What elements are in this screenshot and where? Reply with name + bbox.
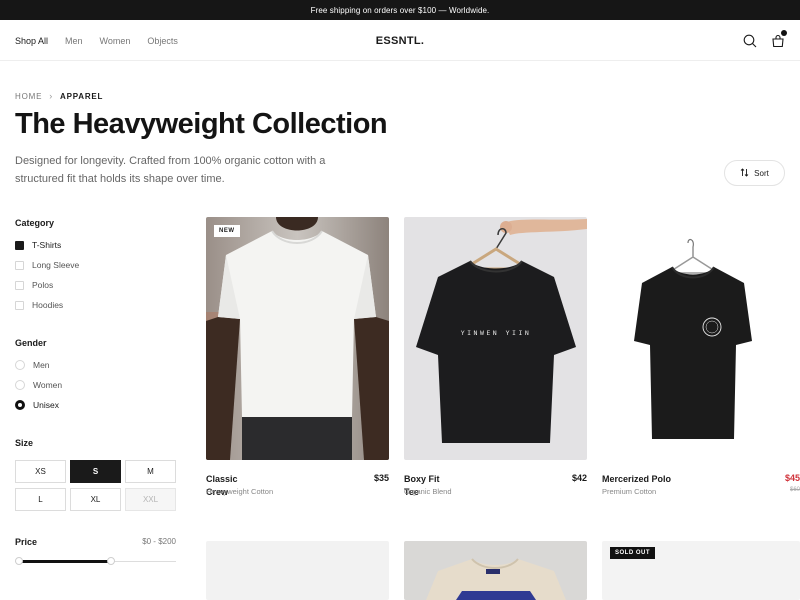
page-title: The Heavyweight Collection bbox=[15, 108, 388, 140]
product-material: Premium Cotton bbox=[602, 487, 657, 496]
option-label: Men bbox=[33, 360, 50, 370]
category-option-hoodies[interactable]: Hoodies bbox=[15, 300, 63, 310]
product-image-white-tee[interactable]: NEW bbox=[206, 217, 389, 460]
size-option-xxl: XXL bbox=[125, 488, 176, 511]
radio-selected[interactable] bbox=[15, 400, 25, 410]
checkbox[interactable] bbox=[15, 260, 24, 270]
cart-badge bbox=[781, 29, 787, 36]
price-slider[interactable] bbox=[15, 557, 176, 566]
size-heading: Size bbox=[15, 438, 34, 448]
product-material: Organic Blend bbox=[404, 487, 452, 496]
radio[interactable] bbox=[15, 380, 25, 390]
new-badge: NEW bbox=[214, 225, 240, 237]
category-option-polos[interactable]: Polos bbox=[15, 280, 53, 290]
nav-link-shop-all[interactable]: Shop All bbox=[15, 36, 48, 46]
product-price-sale: $45 bbox=[784, 473, 800, 483]
sort-arrows-icon bbox=[740, 167, 749, 179]
gender-option-unisex[interactable]: Unisex bbox=[15, 400, 59, 410]
gender-heading: Gender bbox=[15, 338, 47, 348]
price-heading: Price bbox=[15, 537, 38, 547]
checkbox[interactable] bbox=[15, 280, 24, 290]
sold-out-badge: SOLD OUT bbox=[610, 547, 655, 559]
category-option-long-sleeve[interactable]: Long Sleeve bbox=[15, 260, 79, 270]
product-price-original: $60 bbox=[789, 487, 800, 493]
price-range-value: $0 - $200 bbox=[142, 537, 176, 546]
product-image-polo-hanger[interactable] bbox=[602, 217, 800, 460]
sort-label: Sort bbox=[754, 168, 769, 178]
size-option-xl[interactable]: XL bbox=[70, 488, 121, 511]
nav-link-women[interactable]: Women bbox=[100, 36, 131, 46]
sort-button[interactable]: Sort bbox=[724, 160, 785, 186]
breadcrumb-separator: › bbox=[49, 91, 54, 101]
nav-link-men[interactable]: Men bbox=[65, 36, 83, 46]
product-price: $35 bbox=[373, 473, 389, 483]
option-label: Unisex bbox=[33, 400, 59, 410]
breadcrumb-current: APPAREL bbox=[60, 91, 104, 101]
page-description: Designed for longevity. Crafted from 100… bbox=[15, 155, 326, 185]
option-label: Women bbox=[33, 380, 63, 390]
tee-print-text: YINWEN YIIN bbox=[461, 329, 532, 337]
size-option-l[interactable]: L bbox=[15, 488, 66, 511]
slider-fill bbox=[19, 560, 111, 563]
announcement-bar: Free shipping on orders over $100 — Worl… bbox=[0, 0, 800, 20]
product-material: Heavyweight Cotton bbox=[206, 487, 274, 496]
shopping-bag-icon[interactable] bbox=[771, 29, 787, 48]
nav-links: Shop All Men Women Objects bbox=[15, 20, 195, 61]
gender-option-men[interactable]: Men bbox=[15, 360, 50, 370]
checkbox[interactable] bbox=[15, 300, 24, 310]
main-nav: Shop All Men Women Objects ESSNTL. bbox=[0, 20, 800, 61]
nav-link-objects[interactable]: Objects bbox=[147, 36, 178, 46]
product-image-beige-tee[interactable] bbox=[404, 541, 587, 600]
checkbox-checked[interactable] bbox=[15, 240, 24, 250]
slider-handle-min[interactable] bbox=[15, 557, 23, 565]
option-label: T-Shirts bbox=[32, 240, 62, 250]
option-label: Long Sleeve bbox=[32, 260, 80, 270]
product-image-placeholder[interactable] bbox=[206, 541, 389, 600]
category-option-tshirts[interactable]: T-Shirts bbox=[15, 240, 61, 250]
size-option-s[interactable]: S bbox=[70, 460, 121, 483]
category-heading: Category bbox=[15, 218, 55, 228]
slider-handle-max[interactable] bbox=[106, 557, 115, 565]
product-name[interactable]: Mercerized Polo bbox=[602, 473, 692, 486]
size-option-m[interactable]: M bbox=[125, 460, 176, 483]
product-image-black-tee-hanger[interactable]: YINWEN YIIN bbox=[404, 217, 587, 460]
product-price: $42 bbox=[571, 473, 587, 483]
gender-option-women[interactable]: Women bbox=[15, 380, 62, 390]
breadcrumb: HOME › APPAREL bbox=[15, 91, 103, 101]
search-icon[interactable] bbox=[743, 34, 757, 48]
size-grid: XS S M L XL XXL bbox=[15, 460, 176, 511]
product-image-placeholder[interactable]: SOLD OUT bbox=[602, 541, 800, 600]
nav-icons bbox=[743, 20, 787, 61]
size-option-xs[interactable]: XS bbox=[15, 460, 66, 483]
option-label: Polos bbox=[32, 280, 54, 290]
breadcrumb-home[interactable]: HOME bbox=[15, 92, 42, 101]
radio[interactable] bbox=[15, 360, 25, 370]
option-label: Hoodies bbox=[32, 300, 64, 310]
